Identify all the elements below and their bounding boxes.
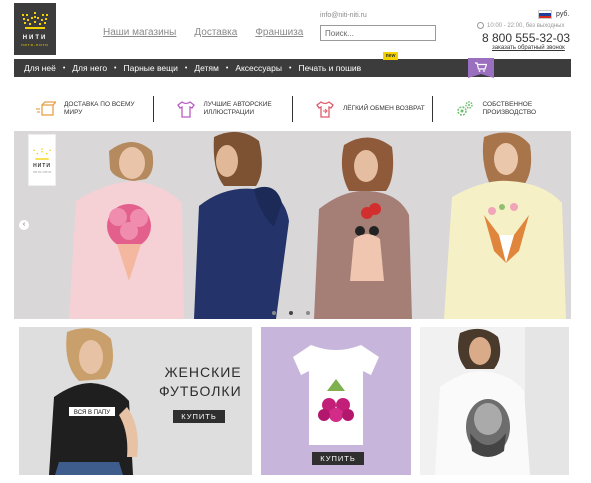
nav-separator: • — [289, 64, 292, 72]
tile-title-line2: футболки — [159, 382, 242, 399]
logo-text: НИТИ — [22, 35, 48, 41]
feature-exchange-text: Лёгкий обмен возврат — [343, 104, 425, 112]
nav-separator: • — [184, 64, 188, 72]
crown-logo-icon — [33, 147, 51, 160]
phone-number[interactable]: 8 800 555-32-03 — [482, 31, 570, 45]
nav-item-men[interactable]: Для него — [72, 63, 107, 73]
exchange-shirt-icon — [316, 101, 334, 118]
nav-item-print[interactable]: Печать и пошив — [298, 63, 361, 73]
feature-production: Собственное производство — [431, 96, 572, 122]
feature-delivery: Доставка по всему миру — [14, 96, 153, 122]
slider-dots — [272, 311, 310, 315]
nav-item-couples[interactable]: Парные вещи — [124, 63, 178, 73]
promo-tiles: ВСЯ В ПАПУ Женские футболки КУПИТЬ КУПИТ… — [14, 327, 571, 483]
callback-link[interactable]: заказать обратный звонок — [492, 45, 565, 51]
logo[interactable]: НИТИ нити-нити — [14, 3, 56, 55]
russia-flag-icon — [538, 10, 552, 19]
hero-image — [14, 131, 571, 319]
slider-prev-button[interactable]: ‹ — [19, 220, 29, 230]
nav-separator: • — [62, 64, 66, 72]
currency-label: руб. — [556, 11, 570, 18]
promo-womens-tshirts[interactable]: ВСЯ В ПАПУ Женские футболки КУПИТЬ — [19, 327, 252, 475]
slider-dot-active[interactable] — [289, 311, 293, 315]
promo-flower-tshirt[interactable]: КУПИТЬ — [261, 327, 411, 475]
nav-item-women[interactable]: Для неё — [24, 63, 56, 73]
slider-dot[interactable] — [272, 311, 276, 315]
nav-item-kids[interactable]: Детям — [194, 63, 219, 73]
cart-icon — [475, 62, 487, 72]
hero-logo-subtext: нити-нити — [32, 168, 52, 174]
gears-icon — [456, 101, 473, 116]
tshirt-print-text: ВСЯ В ПАПУ — [74, 410, 110, 416]
tshirt-icon — [176, 101, 195, 118]
feature-illustrations-text: Лучшие авторские иллюстрации — [203, 100, 272, 116]
working-hours: 10:00 - 22:00, без выходных — [477, 22, 564, 29]
currency-selector[interactable]: руб. — [538, 10, 569, 19]
nav-separator: • — [225, 64, 229, 72]
logo-subtext: нити-нити — [21, 42, 49, 47]
model-black-tshirt-image: ВСЯ В ПАПУ — [19, 327, 252, 475]
nav-link-franchise[interactable]: Франшиза — [255, 27, 303, 38]
page: НИТИ нити-нити Наши магазины Доставка Фр… — [0, 0, 591, 483]
nav-separator: • — [114, 64, 117, 72]
buy-button[interactable]: КУПИТЬ — [312, 452, 364, 465]
nav-link-delivery[interactable]: Доставка — [194, 27, 237, 38]
feature-delivery-text: Доставка по всему миру — [64, 100, 135, 116]
hero-logo: НИТИ нити-нити — [28, 134, 56, 186]
feature-production-text: Собственное производство — [482, 100, 537, 116]
model-white-tshirt-image — [420, 327, 569, 475]
hero-slider[interactable]: НИТИ нити-нити ‹ — [14, 131, 571, 319]
feature-illustrations: Лучшие авторские иллюстрации — [152, 96, 293, 122]
new-badge: new — [383, 52, 398, 60]
clock-icon — [477, 22, 484, 29]
nav-item-accessories[interactable]: Аксессуары — [235, 63, 282, 73]
hours-text: 10:00 - 22:00, без выходных — [487, 22, 565, 29]
search-input[interactable]: Поиск... — [320, 25, 436, 41]
crown-logo-icon — [22, 12, 48, 29]
email-link[interactable]: info@niti-niti.ru — [320, 12, 367, 19]
tile-title: Женские футболки — [159, 363, 242, 401]
header: НИТИ нити-нити Наши магазины Доставка Фр… — [0, 0, 591, 58]
tile-title-line1: Женские — [164, 364, 242, 380]
promo-mens-tshirt[interactable] — [420, 327, 569, 475]
top-nav: Наши магазины Доставка Франшиза — [103, 27, 303, 38]
slider-dot[interactable] — [306, 311, 310, 315]
nav-link-stores[interactable]: Наши магазины — [103, 27, 176, 38]
buy-button[interactable]: КУПИТЬ — [173, 410, 225, 423]
feature-exchange: Лёгкий обмен возврат — [292, 96, 432, 122]
features-strip: Доставка по всему миру Лучшие авторские … — [14, 88, 571, 130]
box-delivery-icon — [36, 101, 56, 116]
